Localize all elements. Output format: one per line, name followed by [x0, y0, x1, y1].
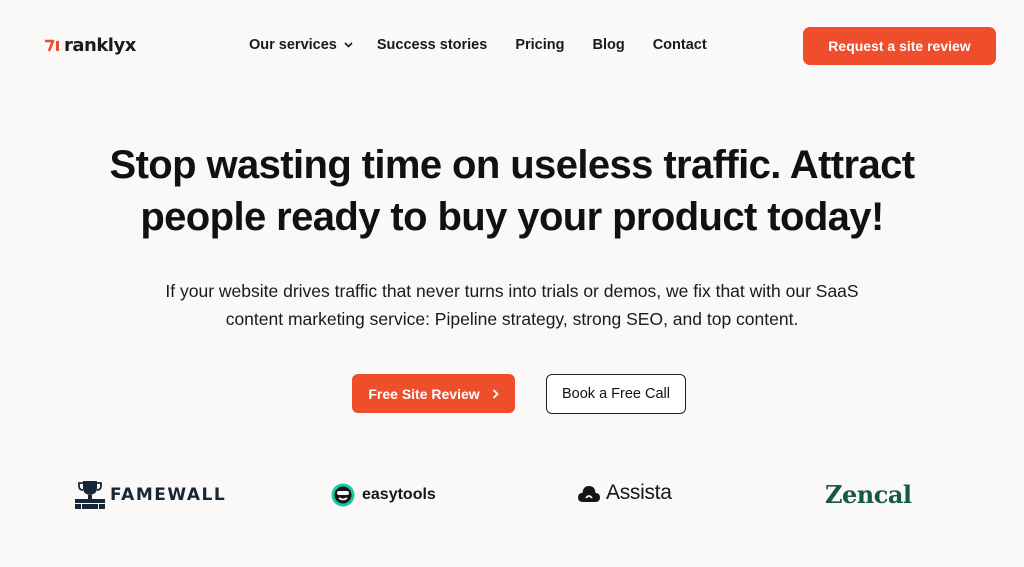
hero-subtitle-line: content marketing service: Pipeline stra… — [225, 309, 799, 329]
main-nav: Our services Success stories Pricing Blo… — [249, 37, 707, 53]
brand-logo[interactable]: ranklyx — [44, 35, 136, 56]
nav-item-success-stories[interactable]: Success stories — [377, 37, 487, 53]
nav-item-label: Blog — [592, 37, 625, 53]
client-logo-famewall: FAMEWALL — [74, 480, 226, 510]
easytools-face-icon — [331, 483, 355, 507]
nav-item-pricing[interactable]: Pricing — [515, 37, 564, 53]
hero-subtitle-line: If your website drives traffic that neve… — [165, 281, 859, 301]
client-name: easytools — [362, 486, 436, 503]
nav-item-label: Contact — [652, 37, 707, 53]
free-site-review-label: Free Site Review — [368, 385, 480, 402]
hero-subtitle: If your website drives traffic that neve… — [0, 277, 1024, 333]
hero-title: Stop wasting time on useless traffic. At… — [0, 139, 1024, 243]
nav-item-label: Pricing — [515, 37, 565, 53]
famewall-trophy-icon — [75, 481, 105, 509]
client-logos: FAMEWALL easytools Assista Zencal — [0, 470, 1024, 520]
assista-cloud-icon — [578, 486, 600, 502]
free-site-review-button[interactable]: Free Site Review — [352, 374, 515, 413]
hero-title-line: Stop wasting time on useless traffic. At… — [109, 143, 915, 187]
ranklyx-logo-icon — [45, 39, 59, 52]
nav-item-blog[interactable]: Blog — [592, 37, 624, 53]
nav-item-label: Our services — [249, 37, 337, 53]
request-site-review-button[interactable]: Request a site review — [803, 27, 996, 65]
nav-item-label: Success stories — [376, 37, 488, 53]
hero-title-line: people ready to buy your product today! — [140, 195, 884, 239]
site-header: ranklyx Our services Success stories Pri… — [0, 0, 1024, 92]
nav-item-our-services[interactable]: Our services — [249, 37, 353, 53]
book-free-call-button[interactable]: Book a Free Call — [546, 374, 686, 414]
nav-item-contact[interactable]: Contact — [653, 37, 707, 53]
chevron-down-icon — [344, 42, 353, 48]
client-logo-easytools: easytools — [331, 483, 436, 507]
chevron-right-icon — [492, 388, 499, 399]
client-name: FAMEWALL — [110, 485, 227, 505]
client-logo-assista: Assista — [577, 481, 672, 505]
brand-name: ranklyx — [64, 35, 136, 56]
client-name: Zencal — [825, 480, 912, 509]
client-name: Assista — [606, 481, 672, 504]
client-logo-zencal: Zencal — [825, 480, 912, 509]
